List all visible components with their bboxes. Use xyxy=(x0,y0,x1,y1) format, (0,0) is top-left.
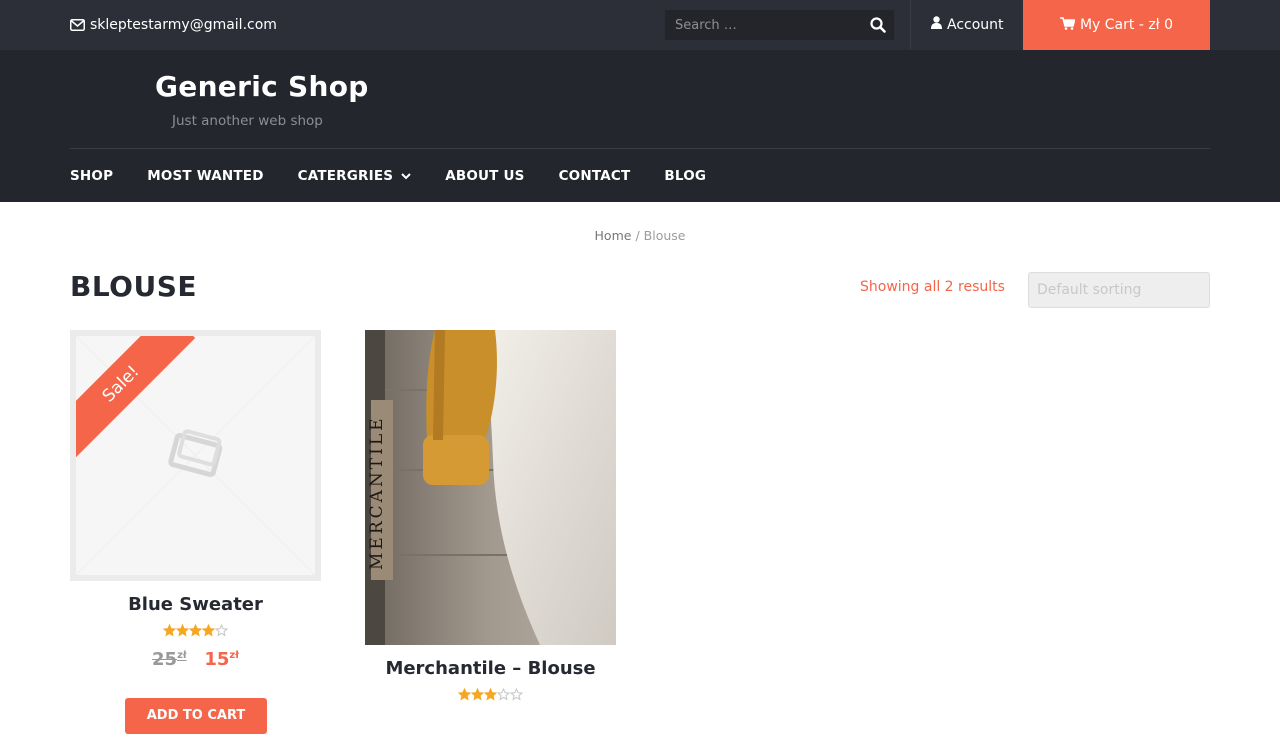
site-tagline: Just another web shop xyxy=(172,113,323,129)
star-filled-icon xyxy=(163,624,176,637)
star-rating xyxy=(365,688,616,701)
shopping-cart-icon xyxy=(1059,16,1076,34)
search-form xyxy=(665,10,894,40)
product-title[interactable]: Blue Sweater xyxy=(70,594,321,615)
breadcrumb-separator: / xyxy=(635,228,640,243)
star-filled-icon xyxy=(458,688,471,701)
product-card: Sale! Blue Sweater 25zł 15zł ADD TO CART xyxy=(70,330,321,734)
main-navigation: SHOP MOST WANTED CATERGRIES ABOUT US CON… xyxy=(70,149,740,202)
nav-item-blog[interactable]: BLOG xyxy=(664,168,706,184)
result-count: Showing all 2 results xyxy=(860,279,1005,295)
site-header: Generic Shop Just another web shop SHOP … xyxy=(0,50,1280,202)
add-to-cart-button[interactable]: ADD TO CART xyxy=(125,698,267,734)
search-icon[interactable] xyxy=(870,17,886,33)
nav-item-about-us[interactable]: ABOUT US xyxy=(445,168,524,184)
product-card: MERCANTILE Merchantile – Blouse xyxy=(365,330,616,701)
star-rating xyxy=(70,624,321,637)
cart-label: My Cart - zł 0 xyxy=(1079,17,1174,33)
user-icon xyxy=(931,0,942,50)
star-filled-icon xyxy=(471,688,484,701)
nav-item-contact[interactable]: CONTACT xyxy=(559,168,631,184)
contact-email-text: skleptestarmy@gmail.com xyxy=(90,17,277,33)
star-empty-icon xyxy=(497,688,510,701)
account-link[interactable]: Account xyxy=(931,0,1004,50)
envelope-icon xyxy=(70,19,85,31)
sale-price: 15zł xyxy=(204,649,239,670)
star-filled-icon xyxy=(176,624,189,637)
product-title[interactable]: Merchantile – Blouse xyxy=(365,658,616,679)
breadcrumb: Home / Blouse xyxy=(0,228,1280,243)
contact-email[interactable]: skleptestarmy@gmail.com xyxy=(70,0,277,50)
product-image[interactable]: MERCANTILE xyxy=(365,330,616,645)
add-to-cart-label: ADD TO CART xyxy=(146,708,246,723)
product-image[interactable]: Sale! xyxy=(70,330,321,581)
search-input[interactable] xyxy=(665,10,865,40)
site-title[interactable]: Generic Shop xyxy=(155,70,369,103)
top-bar: skleptestarmy@gmail.com Account My Cart … xyxy=(0,0,1280,50)
nav-item-shop[interactable]: SHOP xyxy=(70,168,113,184)
star-empty-icon xyxy=(510,688,523,701)
nav-item-most-wanted[interactable]: MOST WANTED xyxy=(147,168,263,184)
account-label: Account xyxy=(947,17,1004,33)
nav-item-categories-label: CATERGRIES xyxy=(297,167,394,184)
product-price: 25zł 15zł xyxy=(70,649,321,670)
breadcrumb-home[interactable]: Home xyxy=(595,228,632,243)
star-filled-icon xyxy=(189,624,202,637)
image-text: MERCANTILE xyxy=(367,415,387,570)
cart-button[interactable]: My Cart - zł 0 xyxy=(1023,0,1210,50)
breadcrumb-current: Blouse xyxy=(643,228,686,243)
regular-price: 25zł xyxy=(152,649,187,670)
nav-item-categories[interactable]: CATERGRIES xyxy=(298,168,412,184)
sorting-select[interactable]: Default sorting xyxy=(1028,272,1210,308)
blouse-photo xyxy=(365,330,616,645)
star-filled-icon xyxy=(484,688,497,701)
divider xyxy=(910,0,911,50)
page-title: BLOUSE xyxy=(70,270,198,303)
star-filled-icon xyxy=(202,624,215,637)
chevron-down-icon xyxy=(401,168,411,184)
star-empty-icon xyxy=(215,624,228,637)
